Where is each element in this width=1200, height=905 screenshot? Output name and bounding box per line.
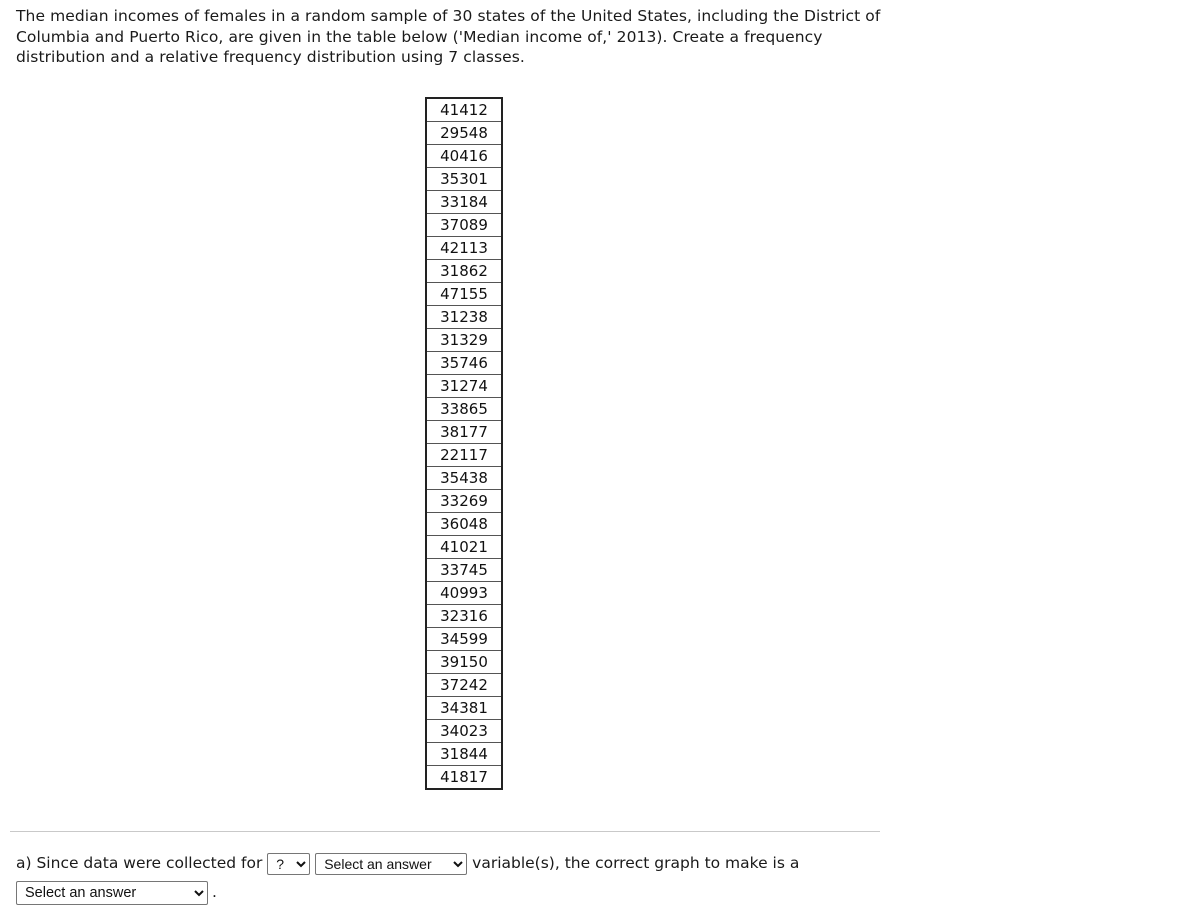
question-line-2: Select an answerbar graphpie charthistog… — [16, 879, 1016, 905]
table-cell: 38177 — [425, 420, 503, 444]
question-text-before-selects: a) Since data were collected for — [16, 854, 263, 872]
table-row: 37089 — [425, 213, 503, 237]
table-cell: 42113 — [425, 236, 503, 260]
question-part-a: a) Since data were collected for ?onetwo… — [16, 850, 1016, 905]
question-text-after-selects: variable(s), the correct graph to make i… — [472, 854, 800, 872]
table-cell: 40416 — [425, 144, 503, 168]
table-row: 33865 — [425, 397, 503, 421]
table-cell: 31329 — [425, 328, 503, 352]
count-select[interactable]: ?onetwo — [267, 852, 311, 875]
table-cell: 34381 — [425, 696, 503, 720]
table-row: 33745 — [425, 558, 503, 582]
table-cell: 40993 — [425, 581, 503, 605]
table-row: 41817 — [425, 765, 503, 790]
table-cell: 31274 — [425, 374, 503, 398]
table-row: 36048 — [425, 512, 503, 536]
table-row: 37242 — [425, 673, 503, 697]
table-cell: 35301 — [425, 167, 503, 191]
table-cell: 41817 — [425, 765, 503, 790]
table-cell: 33745 — [425, 558, 503, 582]
table-cell: 34023 — [425, 719, 503, 743]
table-cell: 39150 — [425, 650, 503, 674]
table-cell: 29548 — [425, 121, 503, 145]
table-cell: 33184 — [425, 190, 503, 214]
table-row: 31238 — [425, 305, 503, 329]
table-row: 47155 — [425, 282, 503, 306]
variable-type-select[interactable]: Select an answerqualitativequantitative — [315, 852, 468, 875]
table-row: 38177 — [425, 420, 503, 444]
table-row: 34381 — [425, 696, 503, 720]
table-cell: 33269 — [425, 489, 503, 513]
table-row: 41412 — [425, 97, 503, 122]
table-body: 41412 29548 40416 35301 33184 37089 4211… — [425, 97, 503, 790]
table-row: 35301 — [425, 167, 503, 191]
table-row: 31844 — [425, 742, 503, 766]
data-table-container: 41412 29548 40416 35301 33184 37089 4211… — [425, 97, 503, 790]
question-line-1: a) Since data were collected for ?onetwo… — [16, 850, 1016, 876]
table-row: 41021 — [425, 535, 503, 559]
table-row: 31329 — [425, 328, 503, 352]
table-row: 31862 — [425, 259, 503, 283]
table-row: 39150 — [425, 650, 503, 674]
table-cell: 32316 — [425, 604, 503, 628]
table-row: 32316 — [425, 604, 503, 628]
table-cell: 35746 — [425, 351, 503, 375]
table-row: 22117 — [425, 443, 503, 467]
table-row: 34599 — [425, 627, 503, 651]
table-cell: 33865 — [425, 397, 503, 421]
graph-type-select[interactable]: Select an answerbar graphpie charthistog… — [16, 880, 208, 905]
table-row: 33184 — [425, 190, 503, 214]
table-cell: 37089 — [425, 213, 503, 237]
table-row: 42113 — [425, 236, 503, 260]
table-cell: 31238 — [425, 305, 503, 329]
median-income-data-table: 41412 29548 40416 35301 33184 37089 4211… — [425, 97, 503, 790]
section-divider — [10, 831, 880, 833]
table-cell: 34599 — [425, 627, 503, 651]
table-cell: 31844 — [425, 742, 503, 766]
table-cell: 31862 — [425, 259, 503, 283]
table-cell: 22117 — [425, 443, 503, 467]
trailing-period: . — [212, 883, 217, 901]
table-cell: 35438 — [425, 466, 503, 490]
table-row: 35438 — [425, 466, 503, 490]
table-cell: 41412 — [425, 97, 503, 122]
table-cell: 36048 — [425, 512, 503, 536]
table-cell: 41021 — [425, 535, 503, 559]
table-row: 31274 — [425, 374, 503, 398]
problem-statement: The median incomes of females in a rando… — [16, 7, 881, 66]
table-cell: 37242 — [425, 673, 503, 697]
table-row: 35746 — [425, 351, 503, 375]
table-row: 29548 — [425, 121, 503, 145]
table-cell: 47155 — [425, 282, 503, 306]
table-row: 40993 — [425, 581, 503, 605]
table-row: 33269 — [425, 489, 503, 513]
table-row: 34023 — [425, 719, 503, 743]
table-row: 40416 — [425, 144, 503, 168]
